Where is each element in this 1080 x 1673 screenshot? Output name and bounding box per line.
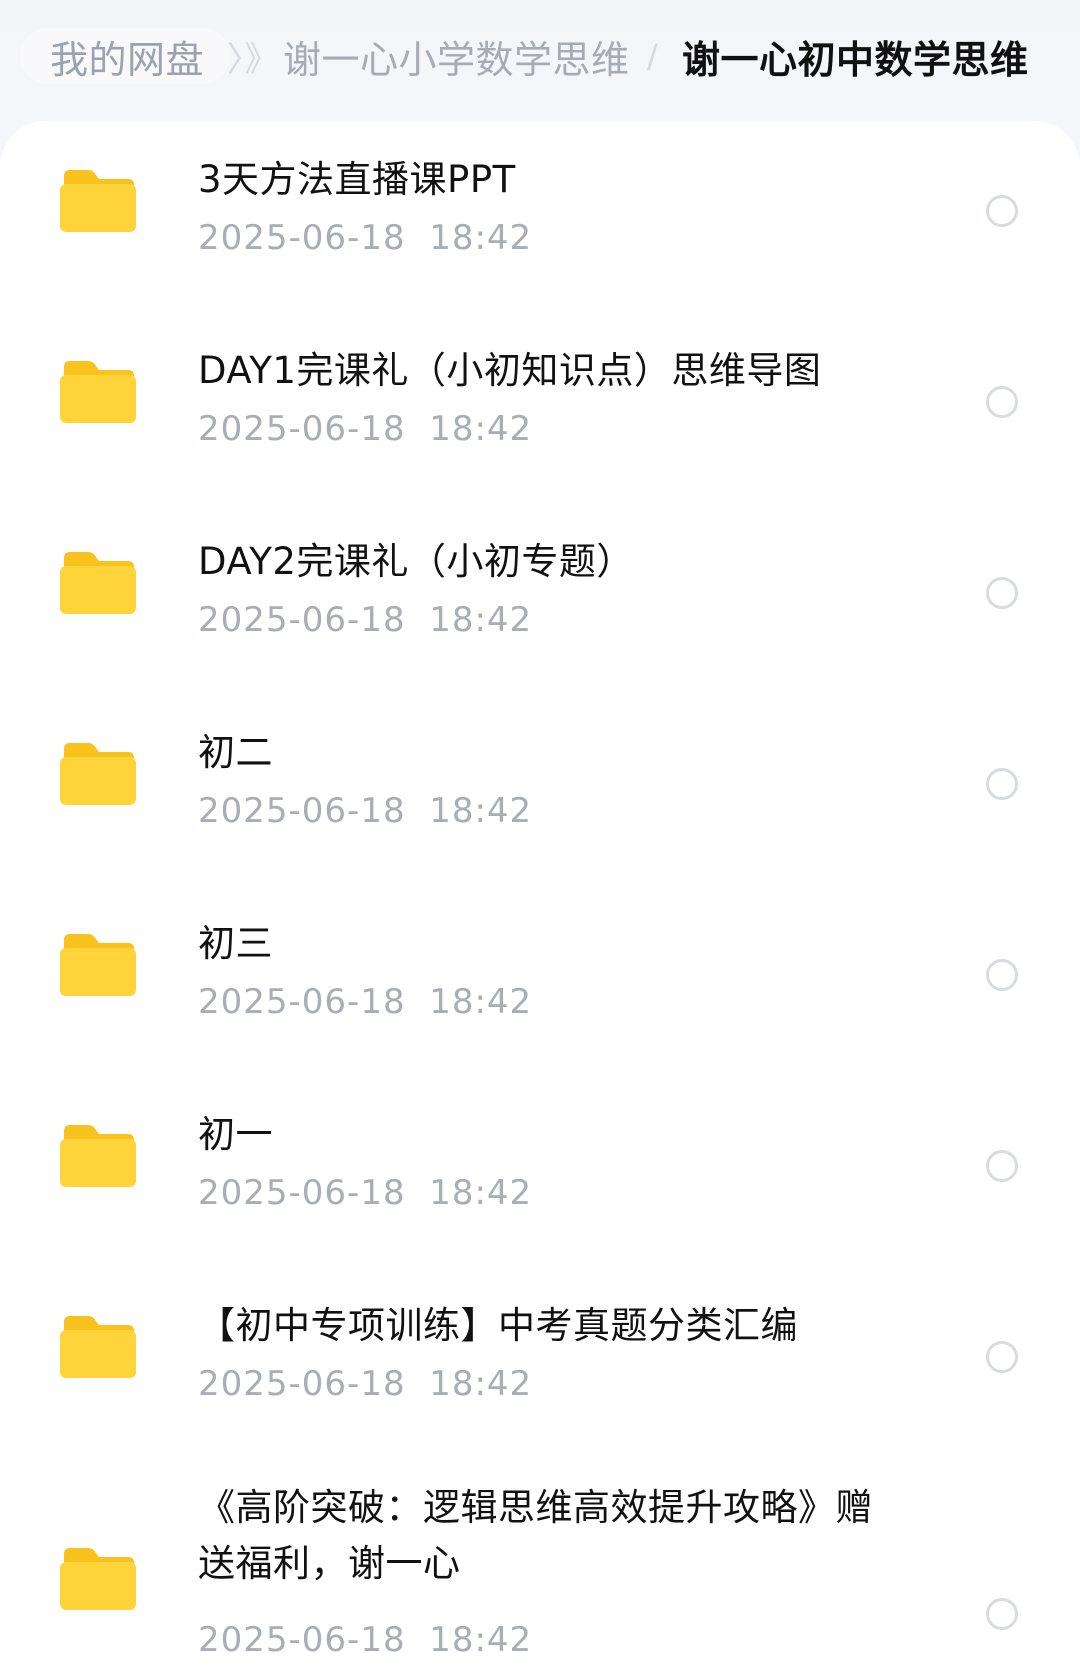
file-modified-time: 2025-06-18 18:42 xyxy=(198,791,533,831)
folder-icon xyxy=(58,357,138,427)
file-name: DAY1完课礼（小初知识点）思维导图 xyxy=(198,349,822,392)
breadcrumb: 我的网盘 〉》 谢一心小学数学思维 / 谢一心初中数学思维 xyxy=(0,0,1080,120)
select-radio[interactable] xyxy=(986,195,1018,227)
file-modified-time: 2025-06-18 18:42 xyxy=(198,409,533,449)
file-row[interactable]: DAY2完课礼（小初专题） 2025-06-18 18:42 xyxy=(0,503,1080,694)
file-name: 初三 xyxy=(198,922,273,965)
folder-icon xyxy=(58,1544,138,1614)
file-name: 3天方法直播课PPT xyxy=(198,158,516,201)
file-list: 3天方法直播课PPT 2025-06-18 18:42 DAY1完课礼（小初知识… xyxy=(0,121,1080,1673)
folder-icon xyxy=(58,166,138,236)
file-name: 初二 xyxy=(198,731,273,774)
breadcrumb-separator: / xyxy=(647,37,659,75)
select-radio[interactable] xyxy=(986,1341,1018,1373)
file-row[interactable]: 《高阶突破：逻辑思维高效提升攻略》赠送福利，谢一心 2025-06-18 18:… xyxy=(0,1458,1080,1673)
folder-icon xyxy=(58,1121,138,1191)
folder-icon xyxy=(58,1312,138,1382)
file-name: DAY2完课礼（小初专题） xyxy=(198,540,634,583)
folder-icon xyxy=(58,930,138,1000)
breadcrumb-current-folder: 谢一心初中数学思维 xyxy=(682,37,1029,82)
file-row[interactable]: DAY1完课礼（小初知识点）思维导图 2025-06-18 18:42 xyxy=(0,312,1080,503)
file-modified-time: 2025-06-18 18:42 xyxy=(198,218,533,258)
select-radio[interactable] xyxy=(986,386,1018,418)
breadcrumb-my-drive[interactable]: 我的网盘 xyxy=(20,28,231,84)
select-radio[interactable] xyxy=(986,959,1018,991)
file-modified-time: 2025-06-18 18:42 xyxy=(198,600,533,640)
select-radio[interactable] xyxy=(986,577,1018,609)
select-radio[interactable] xyxy=(986,1150,1018,1182)
file-row[interactable]: 初三 2025-06-18 18:42 xyxy=(0,885,1080,1076)
file-modified-time: 2025-06-18 18:42 xyxy=(198,1364,533,1404)
file-name: 【初中专项训练】中考真题分类汇编 xyxy=(198,1304,798,1347)
folder-icon xyxy=(58,548,138,618)
file-row[interactable]: 3天方法直播课PPT 2025-06-18 18:42 xyxy=(0,121,1080,312)
select-radio[interactable] xyxy=(986,768,1018,800)
breadcrumb-separator: 〉》 xyxy=(227,39,279,80)
file-row[interactable]: 初一 2025-06-18 18:42 xyxy=(0,1076,1080,1267)
select-radio[interactable] xyxy=(986,1598,1018,1630)
breadcrumb-primary-math-folder[interactable]: 谢一心小学数学思维 xyxy=(283,28,630,84)
file-modified-time: 2025-06-18 18:42 xyxy=(198,1620,533,1660)
file-row[interactable]: 【初中专项训练】中考真题分类汇编 2025-06-18 18:42 xyxy=(0,1267,1080,1458)
file-name: 初一 xyxy=(198,1113,273,1156)
file-row[interactable]: 初二 2025-06-18 18:42 xyxy=(0,694,1080,885)
folder-icon xyxy=(58,739,138,809)
file-modified-time: 2025-06-18 18:42 xyxy=(198,982,533,1022)
file-modified-time: 2025-06-18 18:42 xyxy=(198,1173,533,1213)
file-name: 《高阶突破：逻辑思维高效提升攻略》赠送福利，谢一心 xyxy=(198,1486,873,1585)
